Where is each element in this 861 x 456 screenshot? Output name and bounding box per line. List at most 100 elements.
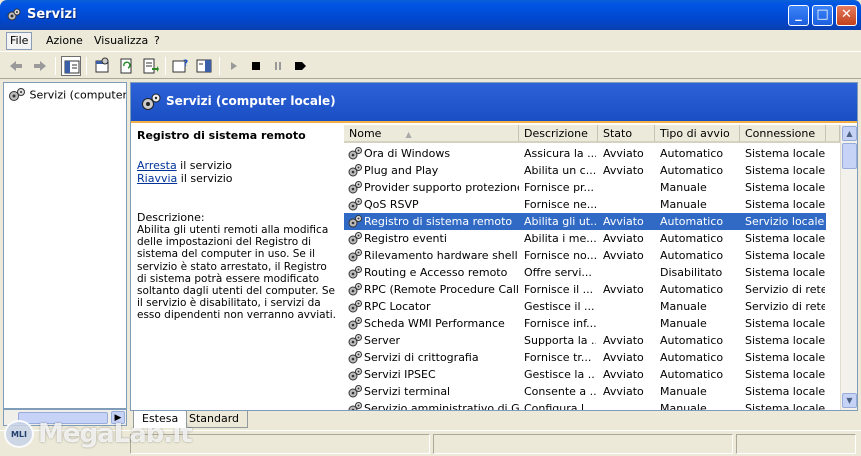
service-desc: Gestisce la ... <box>524 368 596 381</box>
scroll-thumb[interactable] <box>842 143 857 169</box>
service-logon: Sistema locale <box>745 368 825 381</box>
refresh-button[interactable] <box>116 56 136 76</box>
forward-arrow-icon <box>34 61 46 71</box>
service-gear-icon <box>348 215 362 228</box>
restart-service-link[interactable]: Riavvia <box>137 172 177 185</box>
table-row[interactable]: Routing e Accesso remoto Offre servi... Di… <box>344 264 826 281</box>
service-gear-icon <box>348 147 362 160</box>
service-startup-type: Automatico <box>660 283 724 296</box>
service-logon: Sistema locale <box>745 402 825 410</box>
table-row[interactable]: Plug and Play Abilita un c... Avviato Autom… <box>344 162 826 179</box>
service-startup-type: Manuale <box>660 181 707 194</box>
back-button[interactable] <box>6 56 26 76</box>
tree-item-services[interactable]: Servizi (computer locale) <box>8 87 126 103</box>
table-row[interactable]: Scheda WMI Performance Fornisce inf... Man… <box>344 315 826 332</box>
start-service-button[interactable] <box>224 56 244 76</box>
table-row[interactable]: Registro eventi Abilita i me... Avviato Aut… <box>344 230 826 247</box>
service-gear-icon <box>348 232 362 245</box>
service-desc: Fornisce no... <box>524 249 596 262</box>
export-list-button[interactable] <box>140 56 160 76</box>
stop-service-button[interactable] <box>246 56 266 76</box>
table-row[interactable]: Rilevamento hardware shell Fornisce no...… <box>344 247 826 264</box>
column-header-connessione[interactable]: Connessione <box>740 125 826 143</box>
service-name: Provider supporto protezione... <box>364 181 519 194</box>
menu-bar: File Azione Visualizza ? <box>0 30 861 52</box>
service-logon: Servizio di rete <box>745 283 825 296</box>
table-row[interactable]: RPC (Remote Procedure Call) Fornisce il .… <box>344 281 826 298</box>
service-name: Ora di Windows <box>364 147 451 160</box>
table-row[interactable]: Provider supporto protezione... Fornisce … <box>344 179 826 196</box>
table-row[interactable]: QoS RSVP Fornisce ne... Manuale Sistema loc… <box>344 196 826 213</box>
scroll-up-arrow-icon[interactable]: ▲ <box>842 126 857 141</box>
status-cell-3 <box>736 434 856 454</box>
svg-text:?: ? <box>183 59 188 69</box>
maximize-button[interactable]: □ <box>812 5 833 26</box>
table-row[interactable]: Ora di Windows Assicura la ... Avviato Auto… <box>344 145 826 162</box>
column-header-stato[interactable]: Stato <box>598 125 655 143</box>
pause-service-button[interactable] <box>268 56 288 76</box>
minimize-button[interactable]: _ <box>788 5 809 26</box>
service-gear-icon <box>348 317 362 330</box>
table-row[interactable]: Servizi IPSEC Gestisce la ... Avviato Autom… <box>344 366 826 383</box>
services-gear-icon <box>142 93 161 110</box>
stop-service-link[interactable]: Arresta <box>137 159 177 172</box>
service-desc: Configura l... <box>524 402 595 410</box>
service-name: Plug and Play <box>364 164 439 177</box>
service-logon: Sistema locale <box>745 334 825 347</box>
column-header-nome[interactable]: Nome ▲ <box>344 125 519 143</box>
minimize-icon: _ <box>795 7 802 22</box>
toolbar: ? <box>0 53 861 79</box>
service-desc: Fornisce tr... <box>524 351 592 364</box>
service-desc: Offre servi... <box>524 266 592 279</box>
maximize-icon: □ <box>816 7 829 22</box>
service-gear-icon <box>348 385 362 398</box>
details-pane: Servizi (computer locale) Registro di si… <box>130 82 858 411</box>
status-cell-2 <box>433 434 733 454</box>
column-header-tipo-avvio[interactable]: Tipo di avvio <box>655 125 740 143</box>
table-row[interactable]: Servizi di crittografia Fornisce tr... Avv… <box>344 349 826 366</box>
table-row[interactable]: Servizi terminal Consente a ... Avviato Man… <box>344 383 826 400</box>
service-status: Avviato <box>603 249 644 262</box>
services-gear-icon <box>9 88 25 101</box>
forward-button[interactable] <box>30 56 50 76</box>
service-startup-type: Automatico <box>660 164 724 177</box>
menu-file[interactable]: File <box>6 32 33 50</box>
window-title: Servizi <box>27 7 77 22</box>
list-vertical-scrollbar[interactable]: ▲ ▼ <box>840 125 857 410</box>
table-row[interactable]: Server Supporta la ... Avviato Automatico Si… <box>344 332 826 349</box>
pane-header-title: Servizi (computer locale) <box>166 94 336 108</box>
service-desc: Supporta la ... <box>524 334 596 347</box>
action-pane-icon <box>196 59 212 73</box>
service-name: Scheda WMI Performance <box>364 317 505 330</box>
service-gear-icon <box>348 283 362 296</box>
service-startup-type: Automatico <box>660 147 724 160</box>
scroll-down-arrow-icon[interactable]: ▼ <box>842 393 857 408</box>
column-header-filler <box>826 125 840 143</box>
help-button[interactable]: ? <box>170 56 190 76</box>
table-row[interactable]: Servizio amministrativo di Ge... Configur… <box>344 400 826 410</box>
service-startup-type: Manuale <box>660 198 707 211</box>
sort-ascending-icon: ▲ <box>405 130 412 139</box>
show-hide-tree-button[interactable] <box>61 56 81 76</box>
service-startup-type: Manuale <box>660 300 707 313</box>
table-row[interactable]: RPC Locator Gestisce il ... Manuale Servizi… <box>344 298 826 315</box>
menu-visualizza[interactable]: Visualizza <box>94 34 148 47</box>
restart-service-button[interactable] <box>290 56 310 76</box>
service-desc: Gestisce il ... <box>524 300 595 313</box>
properties-button[interactable] <box>92 56 112 76</box>
tab-estesa[interactable]: Estesa <box>133 411 188 428</box>
table-row[interactable]: Registro di sistema remoto Abilita gli ut… <box>344 213 826 230</box>
service-startup-type: Automatico <box>660 368 724 381</box>
service-status: Avviato <box>603 334 644 347</box>
help-icon: ? <box>172 59 188 73</box>
view-tabs: Estesa Standard <box>130 411 858 429</box>
extended-description: Registro di sistema remoto Arresta il se… <box>137 129 339 321</box>
service-desc: Consente a ... <box>524 385 596 398</box>
service-gear-icon <box>348 164 362 177</box>
close-button[interactable]: ✕ <box>836 5 857 26</box>
menu-azione[interactable]: Azione <box>46 34 83 47</box>
show-hide-action-pane-button[interactable] <box>194 56 214 76</box>
service-status: Avviato <box>603 232 644 245</box>
column-header-descrizione[interactable]: Descrizione <box>519 125 598 143</box>
menu-help[interactable]: ? <box>154 34 160 47</box>
